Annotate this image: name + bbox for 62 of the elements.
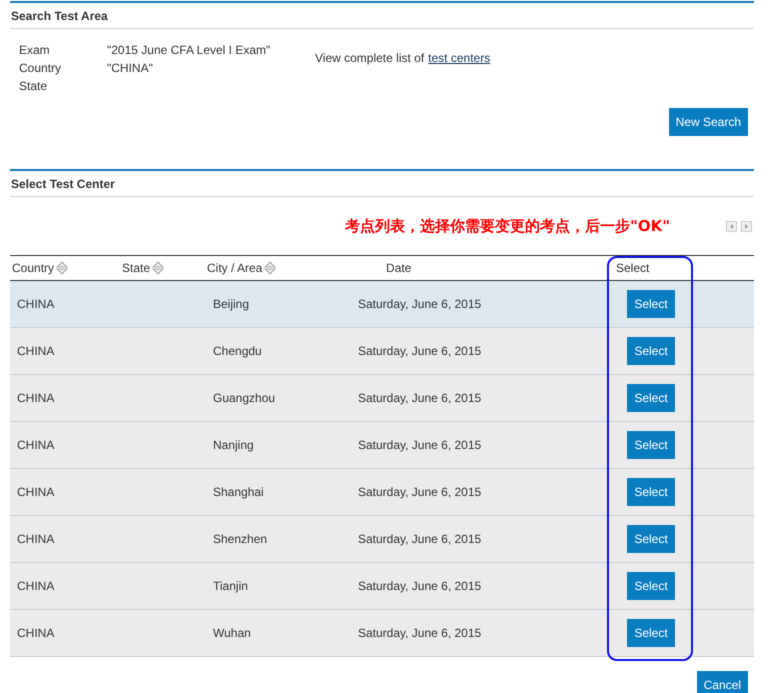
table-cell: CHINA xyxy=(17,344,54,358)
sort-icon[interactable] xyxy=(152,261,164,275)
table-row[interactable]: CHINA Beijing Saturday, June 6, 2015 Select xyxy=(10,281,754,328)
column-header: Select xyxy=(616,260,650,277)
table-cell: CHINA xyxy=(17,438,54,452)
select-button[interactable]: Select xyxy=(627,337,675,365)
field-value: "CHINA" xyxy=(107,60,153,77)
field-label: Exam xyxy=(19,42,51,59)
table-cell: Shanghai xyxy=(213,485,264,499)
field-label: State xyxy=(19,78,48,95)
table-cell: Saturday, June 6, 2015 xyxy=(358,438,482,452)
column-header[interactable]: State xyxy=(122,259,150,277)
select-button[interactable]: Select xyxy=(627,431,675,459)
previous-page-icon[interactable] xyxy=(726,220,737,232)
table-cell: Saturday, June 6, 2015 xyxy=(358,579,482,593)
table-cell: Saturday, June 6, 2015 xyxy=(358,391,482,405)
table-cell: Shenzhen xyxy=(213,532,268,546)
new-search-button[interactable]: New Search xyxy=(668,108,748,136)
column-header[interactable]: City / Area xyxy=(207,259,262,277)
table-cell: Beijing xyxy=(213,297,250,311)
table-cell: Nanjing xyxy=(213,438,254,452)
table-cell: CHINA xyxy=(17,579,54,593)
table-cell: Tianjin xyxy=(213,579,248,593)
table-cell: Saturday, June 6, 2015 xyxy=(358,532,482,546)
link-prefix: View complete list of xyxy=(315,50,424,67)
test-centers-link[interactable]: test centers xyxy=(428,49,490,67)
table-row[interactable]: CHINA Chengdu Saturday, June 6, 2015 Select xyxy=(10,328,754,375)
table-cell: CHINA xyxy=(17,532,54,546)
table-row[interactable]: CHINA Tianjin Saturday, June 6, 2015 Select xyxy=(10,563,754,610)
table-cell: CHINA xyxy=(17,485,54,499)
table-cell: CHINA xyxy=(17,626,54,640)
select-button[interactable]: Select xyxy=(627,478,675,506)
column-header: Date xyxy=(386,260,412,277)
next-page-icon[interactable] xyxy=(741,220,752,232)
sort-icon[interactable] xyxy=(264,261,276,275)
table-cell: Saturday, June 6, 2015 xyxy=(358,485,482,499)
table-row[interactable]: CHINA Guangzhou Saturday, June 6, 2015 Select xyxy=(10,375,754,422)
table-cell: CHINA xyxy=(17,391,54,405)
table-cell: CHINA xyxy=(17,297,54,311)
select-button[interactable]: Select xyxy=(627,384,675,412)
column-header[interactable]: Country xyxy=(12,259,54,277)
table-cell: Saturday, June 6, 2015 xyxy=(358,344,482,358)
table-cell: Saturday, June 6, 2015 xyxy=(358,626,482,640)
select-button[interactable]: Select xyxy=(627,619,675,647)
table-row[interactable]: CHINA Nanjing Saturday, June 6, 2015 Select xyxy=(10,422,754,469)
table-row[interactable]: CHINA Shanghai Saturday, June 6, 2015 Select xyxy=(10,469,754,516)
field-label: Country xyxy=(19,60,62,77)
select-button[interactable]: Select xyxy=(627,525,675,553)
table-row[interactable]: CHINA Wuhan Saturday, June 6, 2015 Select xyxy=(10,610,754,657)
cancel-button[interactable]: Cancel xyxy=(696,671,748,693)
table-cell: Guangzhou xyxy=(213,391,276,405)
table-cell: Chengdu xyxy=(213,344,262,358)
table-row[interactable]: CHINA Shenzhen Saturday, June 6, 2015 Select xyxy=(10,516,754,563)
select-button[interactable]: Select xyxy=(627,290,675,318)
section-title: Select Test Center xyxy=(11,176,115,192)
annotation-text: 考点列表，选择你需要变更的考点，后一步"OK" xyxy=(345,216,670,237)
sort-icon[interactable] xyxy=(56,261,68,275)
table-cell: Wuhan xyxy=(213,626,251,640)
select-button[interactable]: Select xyxy=(627,572,675,600)
table-cell: Saturday, June 6, 2015 xyxy=(358,297,482,311)
field-value: "2015 June CFA Level I Exam" xyxy=(107,42,270,59)
section-title: Search Test Area xyxy=(11,8,108,24)
